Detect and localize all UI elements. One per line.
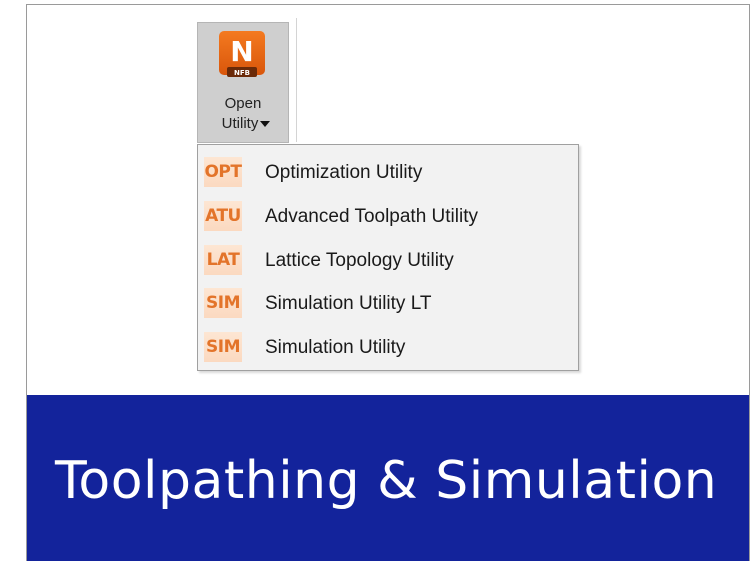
nfb-app-icon: N NFB xyxy=(219,31,265,77)
dropdown-caret-icon xyxy=(260,121,271,128)
title-banner: Toolpathing & Simulation xyxy=(27,395,749,561)
banner-title: Toolpathing & Simulation xyxy=(55,451,718,511)
svg-text:NFB: NFB xyxy=(234,69,250,77)
open-utility-label-line1: Open xyxy=(224,95,262,112)
open-utility-label-text: Utility xyxy=(221,115,259,132)
open-utility-label-line2: Utility xyxy=(198,115,288,133)
menu-item-lattice-topology-utility[interactable]: LAT Lattice Topology Utility xyxy=(198,237,578,281)
lat-icon: LAT xyxy=(204,245,242,275)
open-utility-button[interactable]: N NFB Open Utility xyxy=(197,22,289,143)
utility-dropdown-menu: OPT Optimization Utility ATU Advanced To… xyxy=(197,144,579,371)
menu-item-label: Lattice Topology Utility xyxy=(265,250,454,271)
menu-item-label: Simulation Utility LT xyxy=(265,293,432,314)
menu-item-label: Simulation Utility xyxy=(265,337,406,358)
menu-item-advanced-toolpath-utility[interactable]: ATU Advanced Toolpath Utility xyxy=(198,193,578,237)
svg-text:N: N xyxy=(230,35,253,68)
atu-icon: ATU xyxy=(204,201,242,231)
menu-item-simulation-utility[interactable]: SIM Simulation Utility xyxy=(198,324,578,368)
opt-icon: OPT xyxy=(204,157,242,187)
menu-item-simulation-utility-lt[interactable]: SIM Simulation Utility LT xyxy=(198,280,578,324)
menu-item-label: Advanced Toolpath Utility xyxy=(265,206,478,227)
ribbon-separator xyxy=(296,18,297,142)
menu-item-optimization-utility[interactable]: OPT Optimization Utility xyxy=(198,149,578,193)
sim-icon: SIM xyxy=(204,288,242,318)
menu-item-label: Optimization Utility xyxy=(265,162,423,183)
sim-icon: SIM xyxy=(204,332,242,362)
